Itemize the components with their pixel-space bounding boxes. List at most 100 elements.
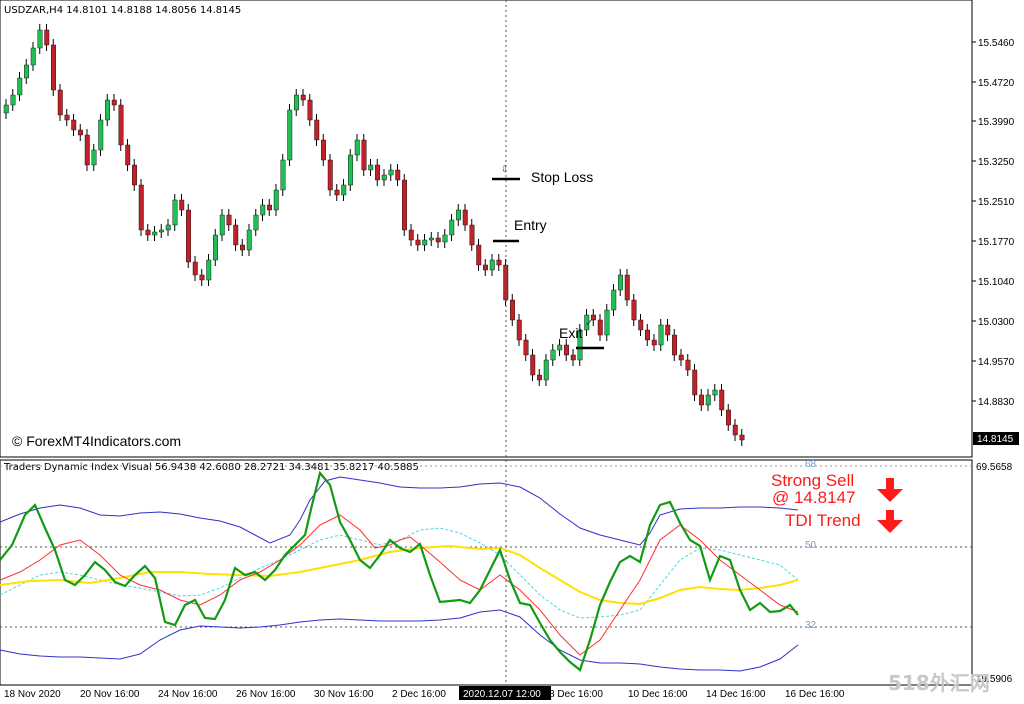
entry-label: Entry [514, 217, 547, 233]
bull-candle [24, 64, 29, 79]
bull-candle [91, 149, 97, 166]
price-label: 15.5460 [978, 38, 1015, 49]
bear-candle [692, 369, 698, 396]
main-chart-header: USDZAR,H4 14.8101 14.8188 14.8056 14.814… [4, 5, 241, 16]
bull-candle [543, 359, 549, 381]
price-label: 14.8830 [978, 397, 1015, 408]
time-label: 10 Dec 16:00 [628, 689, 688, 700]
chart-canvas[interactable]: USDZAR,H4 14.8101 14.8188 14.8056 14.814… [0, 0, 1024, 704]
bear-candle [44, 29, 50, 46]
bear-candle [469, 224, 475, 246]
time-label: 20 Nov 16:00 [80, 689, 140, 700]
bull-candle [712, 389, 718, 396]
bear-candle [375, 164, 380, 181]
bull-candle [159, 229, 164, 233]
bull-candle [442, 234, 448, 243]
bear-candle [179, 199, 185, 211]
bear-candle [111, 99, 117, 106]
bear-candle [186, 209, 191, 263]
bull-candle [354, 139, 360, 156]
bear-candle [645, 329, 650, 341]
price-label: 15.3250 [978, 157, 1015, 168]
price-label: 14.9570 [978, 357, 1015, 368]
bear-candle [638, 319, 644, 331]
bear-candle [462, 209, 468, 226]
arrow-down-icon: ⇩ [501, 165, 509, 175]
watermark: 518外汇网 [888, 671, 990, 695]
bull-candle [422, 239, 428, 246]
bear-candle [651, 339, 657, 346]
bull-candle [213, 234, 218, 261]
bull-candle [429, 237, 434, 241]
bull-candle [456, 209, 461, 221]
bull-candle [280, 159, 286, 191]
bull-candle [388, 169, 394, 176]
bear-candle [64, 114, 70, 121]
bear-candle [719, 389, 725, 411]
bear-candle [476, 244, 482, 266]
bull-candle [294, 94, 299, 111]
bull-candle [165, 224, 171, 231]
bull-candle [17, 77, 23, 96]
bear-candle [570, 354, 576, 361]
price-label: 15.4720 [978, 78, 1015, 89]
price-label: 15.3990 [978, 117, 1015, 128]
bear-candle [57, 89, 63, 116]
level-32-label: 32 [805, 620, 817, 631]
check-icon: ✓ [585, 318, 593, 329]
level-50-label: 50 [805, 540, 817, 551]
bear-candle [732, 424, 738, 436]
bear-candle [300, 94, 306, 101]
bear-candle [564, 344, 569, 356]
bear-candle [435, 237, 441, 243]
bull-candle [287, 109, 293, 161]
bear-candle [307, 99, 313, 121]
bull-candle [618, 274, 623, 291]
bear-candle [739, 434, 745, 441]
bull-candle [219, 214, 225, 236]
bear-candle [726, 409, 731, 426]
bull-candle [449, 219, 455, 236]
bull-candle [3, 104, 9, 114]
bear-candle [51, 44, 56, 91]
time-axis: 18 Nov 2020 20 Nov 16:00 24 Nov 16:00 26… [4, 689, 845, 700]
bull-candle [105, 99, 110, 121]
bear-candle [516, 319, 522, 341]
time-label: 24 Nov 16:00 [158, 689, 218, 700]
signal-line3: TDI Trend [785, 511, 861, 530]
copyright-text: © ForexMT4Indicators.com [12, 433, 181, 449]
bear-candle [699, 394, 704, 406]
bear-candle [537, 374, 542, 381]
bull-candle [550, 349, 556, 361]
bear-candle [267, 204, 272, 211]
bear-candle [678, 354, 684, 361]
bear-candle [78, 129, 83, 136]
bear-candle [327, 159, 333, 191]
bear-candle [415, 239, 421, 246]
bull-candle [98, 119, 104, 151]
indicator-header: Traders Dynamic Index Visual 56.9438 42.… [3, 462, 419, 473]
bull-candle [260, 204, 266, 216]
bear-candle [314, 119, 320, 141]
bear-candle [530, 354, 536, 376]
bear-candle [84, 134, 90, 166]
time-label: 2 Dec 16:00 [392, 689, 446, 700]
time-label: 16 Dec 16:00 [785, 689, 845, 700]
bull-candle [206, 259, 212, 281]
bear-candle [118, 104, 124, 146]
bear-candle [138, 184, 144, 231]
bull-candle [172, 199, 178, 226]
bear-candle [334, 189, 340, 196]
bear-candle [672, 334, 677, 356]
bull-candle [489, 259, 495, 271]
exit-label: Exit [559, 325, 582, 341]
bull-candle [658, 324, 664, 346]
bear-candle [685, 359, 691, 371]
bear-candle [631, 299, 637, 321]
bull-candle [348, 154, 353, 186]
cursor-time-label: 2020.12.07 12:00 [463, 689, 541, 700]
bear-candle [395, 169, 401, 181]
bull-candle [611, 289, 617, 311]
bull-candle [152, 231, 158, 236]
bear-candle [226, 214, 232, 226]
